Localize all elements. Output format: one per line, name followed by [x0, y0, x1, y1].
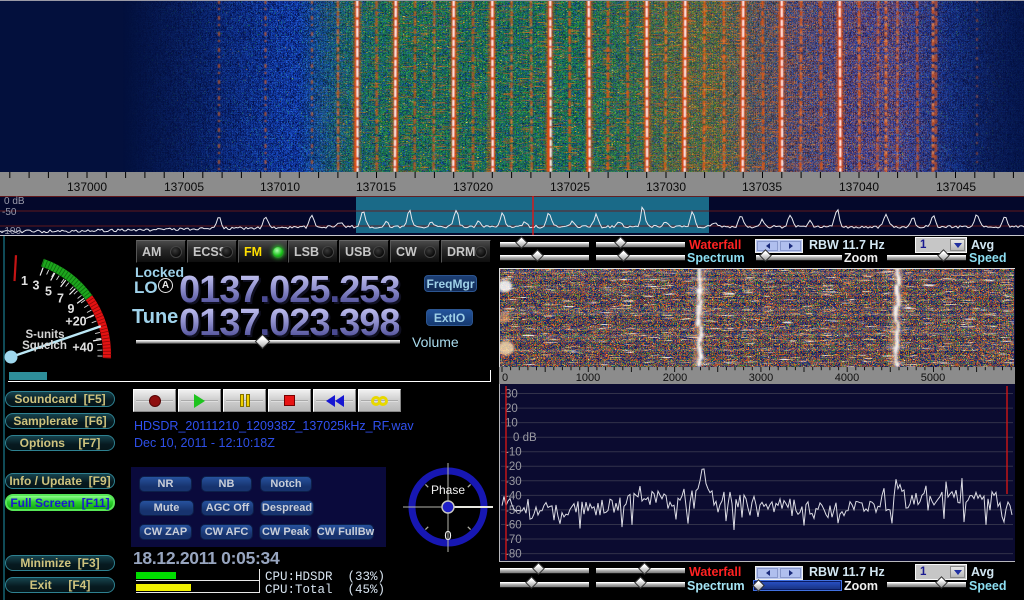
svg-text:137015: 137015	[356, 180, 396, 194]
svg-text:-10: -10	[505, 447, 522, 459]
svg-text:-50: -50	[2, 207, 17, 218]
svg-text:137020: 137020	[453, 180, 493, 194]
svg-text:137030: 137030	[646, 180, 686, 194]
svg-text:-70: -70	[505, 534, 522, 546]
svg-text:3: 3	[33, 279, 40, 293]
svg-text:Squelch: Squelch	[22, 340, 67, 352]
svg-text:-40: -40	[505, 490, 522, 502]
svg-text:137010: 137010	[260, 180, 300, 194]
svg-text:+40: +40	[72, 341, 93, 355]
svg-text:137035: 137035	[742, 180, 782, 194]
svg-text:4000: 4000	[835, 372, 859, 384]
svg-text:Phase: Phase	[431, 483, 465, 497]
svg-text:-60: -60	[505, 520, 522, 532]
svg-text:2000: 2000	[663, 372, 687, 384]
svg-text:-80: -80	[505, 549, 522, 561]
svg-text:137000: 137000	[67, 180, 107, 194]
svg-text:-100: -100	[1, 226, 21, 236]
svg-text:0 dB: 0 dB	[513, 432, 537, 444]
svg-text:-30: -30	[505, 476, 522, 488]
svg-text:0: 0	[444, 528, 451, 543]
svg-text:20: 20	[505, 403, 518, 415]
svg-text:137025: 137025	[550, 180, 590, 194]
svg-text:1000: 1000	[576, 372, 600, 384]
svg-text:1: 1	[21, 274, 28, 288]
svg-text:30: 30	[505, 389, 518, 401]
svg-text:137005: 137005	[164, 180, 204, 194]
svg-text:7: 7	[57, 292, 64, 306]
svg-text:137045: 137045	[936, 180, 976, 194]
svg-text:5: 5	[45, 285, 52, 299]
svg-text:+20: +20	[65, 315, 86, 329]
svg-text:-20: -20	[505, 461, 522, 473]
svg-text:3000: 3000	[749, 372, 773, 384]
svg-text:10: 10	[505, 418, 518, 430]
svg-text:0: 0	[502, 372, 508, 384]
svg-text:0 dB: 0 dB	[4, 196, 25, 207]
svg-text:137040: 137040	[839, 180, 879, 194]
svg-text:5000: 5000	[921, 372, 945, 384]
